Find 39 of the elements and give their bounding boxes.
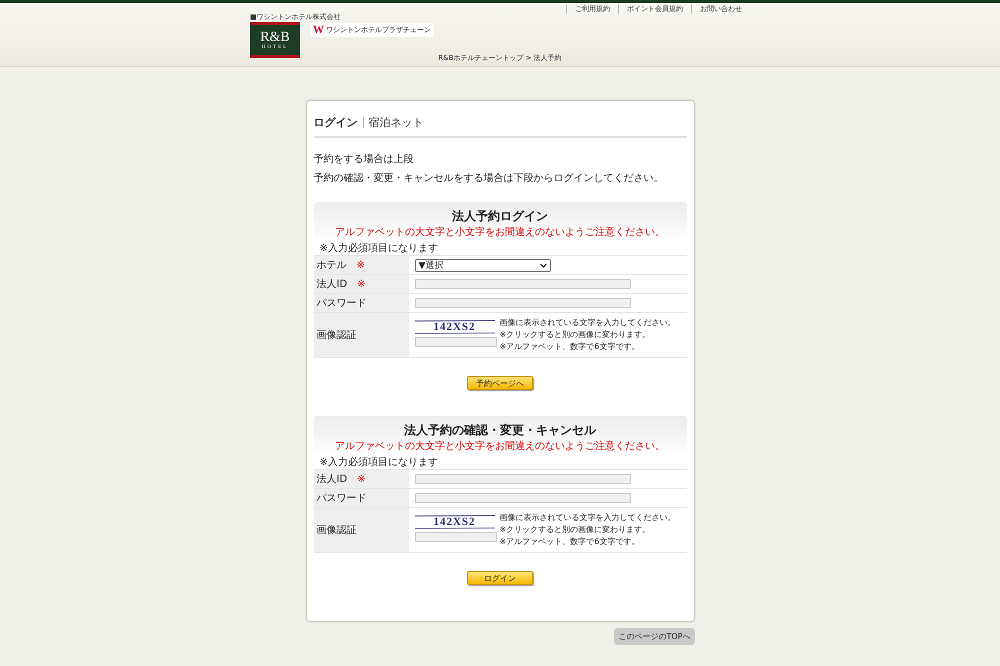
page-top-button[interactable]: このページのTOPへ xyxy=(614,628,694,645)
required-note: ※入力必須項目になります xyxy=(318,457,439,469)
tab[interactable]: ログイン xyxy=(314,115,358,130)
input-field[interactable] xyxy=(414,474,630,484)
captcha-note: ※アルファベット、数字で6文字です。 xyxy=(500,536,640,548)
captcha-note: 画像に表示されている文字を入力してください。 xyxy=(500,512,676,524)
captcha-input[interactable] xyxy=(414,532,496,542)
field-label: ホテル xyxy=(316,259,346,272)
warning-text: アルファベットの大文字と小文字をお間違えのないようご注意ください。 xyxy=(334,226,666,240)
submit-button[interactable]: ログイン xyxy=(467,571,533,585)
required-note: ※入力必須項目になります xyxy=(318,243,439,255)
required-mark: ※ xyxy=(356,260,365,270)
captcha-input[interactable] xyxy=(414,337,496,347)
input-field[interactable] xyxy=(414,279,630,289)
warning-text: アルファベットの大文字と小文字をお間違えのないようご注意ください。 xyxy=(334,440,666,454)
field-label: パスワード xyxy=(316,492,366,505)
field-label: パスワード xyxy=(316,297,366,310)
field-label: 法人ID xyxy=(316,472,348,486)
input-field[interactable] xyxy=(414,298,630,308)
intro-text: 予約の確認・変更・キャンセルをする場合は下段からログインしてください。 xyxy=(314,172,664,186)
field-label: 画像認証 xyxy=(316,524,356,537)
input-field[interactable] xyxy=(414,493,630,503)
field-label: 法人ID xyxy=(316,278,348,291)
captcha-note: 画像に表示されている文字を入力してください。 xyxy=(500,317,676,329)
required-mark: ※ xyxy=(357,278,366,290)
field-label: 画像認証 xyxy=(316,328,356,342)
section-title: 法人予約ログイン xyxy=(451,208,549,225)
tab[interactable]: 宿泊ネット xyxy=(368,115,424,130)
chevron-icon xyxy=(540,262,546,268)
captcha-note: ※クリックすると別の画像に変わります。 xyxy=(500,524,652,536)
submit-button[interactable]: 予約ページへ xyxy=(467,376,533,390)
captcha-image[interactable]: 142XS2 xyxy=(414,515,494,529)
intro-text: 予約をする場合は上段 xyxy=(314,152,414,167)
captcha-image[interactable]: 142XS2 xyxy=(414,320,494,334)
hotel-select[interactable]: ▼選択 xyxy=(414,258,550,272)
section-title: 法人予約の確認・変更・キャンセル xyxy=(403,422,598,439)
required-mark: ※ xyxy=(357,474,366,484)
captcha-note: ※アルファベット、数字で6文字です。 xyxy=(500,341,640,353)
captcha-note: ※クリックすると別の画像に変わります。 xyxy=(500,329,652,341)
